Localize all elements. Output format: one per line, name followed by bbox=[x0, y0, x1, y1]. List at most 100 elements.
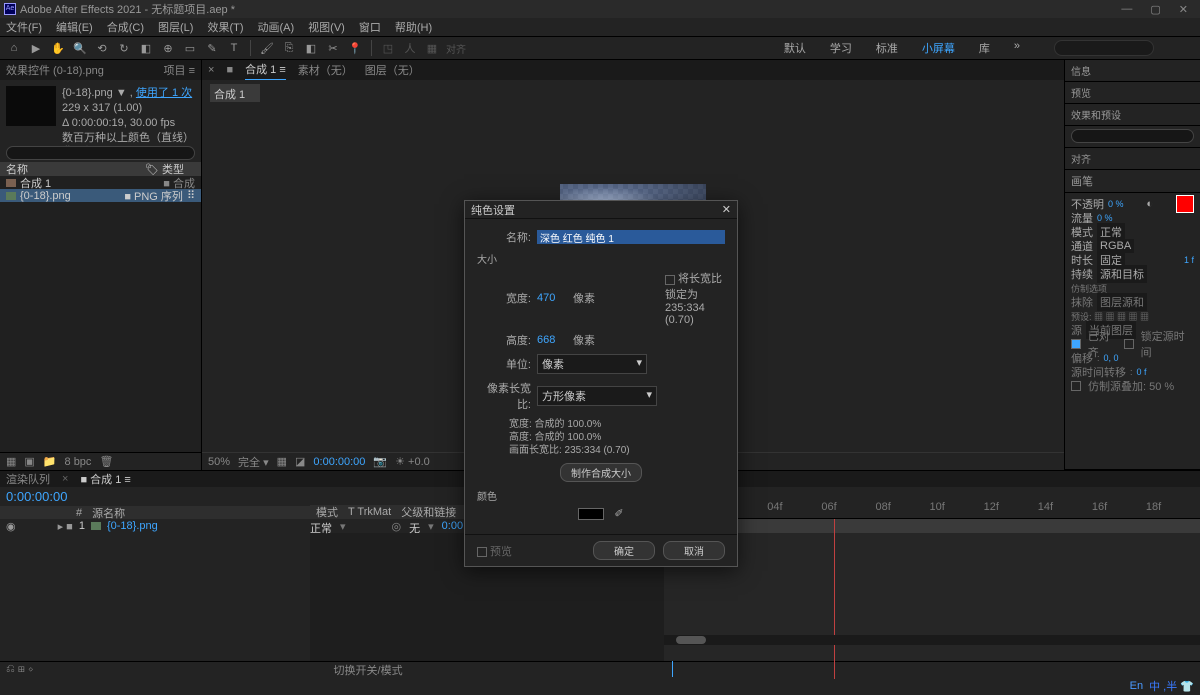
preview-check[interactable] bbox=[477, 547, 487, 557]
toggle-switches-label[interactable]: 切换开关/模式 bbox=[334, 662, 403, 678]
work-area[interactable] bbox=[700, 519, 1200, 533]
snap-icon[interactable]: ◳ bbox=[380, 40, 396, 56]
menu-file[interactable]: 文件(F) bbox=[6, 19, 42, 35]
lock-aspect-check[interactable] bbox=[665, 275, 675, 285]
fg-color-swatch[interactable] bbox=[1176, 195, 1194, 213]
text-tool-icon[interactable]: T bbox=[226, 40, 242, 56]
panel-lock-icon[interactable]: × bbox=[208, 64, 214, 76]
height-value[interactable]: 668 bbox=[537, 334, 567, 346]
anchor-tool-icon[interactable]: ⊕ bbox=[160, 40, 176, 56]
name-input[interactable] bbox=[537, 230, 725, 244]
src-time-value[interactable]: 0 f bbox=[1137, 367, 1147, 377]
project-item-png[interactable]: {0-18}.png ■ PNG 序列 ⠿ bbox=[0, 189, 201, 202]
interpret-icon[interactable]: ▦ bbox=[6, 455, 16, 468]
timecode[interactable]: 0:00:00:00 bbox=[0, 487, 310, 506]
timeline-comp-tab[interactable]: ■ 合成 1 ≡ bbox=[80, 471, 130, 487]
zoom-tool-icon[interactable]: 🔍 bbox=[72, 40, 88, 56]
rotation-tool-icon[interactable]: ↻ bbox=[116, 40, 132, 56]
menu-view[interactable]: 视图(V) bbox=[308, 19, 345, 35]
menu-effect[interactable]: 效果(T) bbox=[207, 19, 243, 35]
preview-panel-header[interactable]: 预览 bbox=[1065, 82, 1200, 104]
ws-learn[interactable]: 学习 bbox=[830, 40, 852, 56]
h-scrollbar[interactable] bbox=[664, 635, 1200, 645]
effect-controls-tab[interactable]: 效果控件 (0-18).png bbox=[6, 62, 104, 78]
maximize-button[interactable]: ▢ bbox=[1150, 3, 1160, 16]
render-queue-tab[interactable]: 渲染队列 bbox=[6, 471, 50, 487]
time-ruler[interactable]: 02f04f06f08f10f12f14f16f18f bbox=[664, 487, 1200, 518]
ws-more-icon[interactable]: » bbox=[1014, 40, 1020, 56]
clone-tool-icon[interactable]: ⎘ bbox=[281, 40, 297, 56]
flow-value[interactable]: 0 % bbox=[1097, 213, 1113, 223]
mask-toggle-icon[interactable]: ◪ bbox=[295, 455, 305, 468]
grid-toggle-icon[interactable]: ▦ bbox=[277, 455, 287, 468]
ws-standard[interactable]: 标准 bbox=[876, 40, 898, 56]
comp-selector[interactable]: 合成 1 bbox=[210, 84, 260, 102]
snapshot-icon[interactable]: 📷 bbox=[373, 455, 387, 468]
menu-animation[interactable]: 动画(A) bbox=[258, 19, 295, 35]
scroll-thumb[interactable] bbox=[676, 636, 706, 644]
ws-default[interactable]: 默认 bbox=[784, 40, 806, 56]
menu-help[interactable]: 帮助(H) bbox=[395, 19, 432, 35]
project-search-input[interactable] bbox=[6, 146, 195, 160]
zoom-select[interactable]: 50% bbox=[208, 456, 230, 468]
layer-parent[interactable]: 无 bbox=[409, 520, 420, 536]
info-panel-header[interactable]: 信息 bbox=[1065, 60, 1200, 82]
hold-select[interactable]: 源和目标 bbox=[1097, 265, 1147, 283]
selection-tool-icon[interactable]: ▶ bbox=[28, 40, 44, 56]
minimize-button[interactable]: — bbox=[1121, 3, 1132, 16]
layer-tab[interactable]: 图层（无） bbox=[365, 62, 420, 78]
cancel-button[interactable]: 取消 bbox=[663, 541, 725, 560]
units-select[interactable]: 像素▾ bbox=[537, 354, 647, 374]
mocha-icon[interactable]: 人 bbox=[402, 40, 418, 56]
panel-grip-icon[interactable]: ■ bbox=[226, 64, 233, 76]
menu-layer[interactable]: 图层(L) bbox=[158, 19, 193, 35]
effects-panel-header[interactable]: 效果和预设 bbox=[1065, 104, 1200, 126]
current-time[interactable]: 0:00:00:00 bbox=[313, 456, 365, 468]
shape-tool-icon[interactable]: ▭ bbox=[182, 40, 198, 56]
lock-src-check[interactable]: 锁定源时间 bbox=[1141, 328, 1194, 360]
menu-window[interactable]: 窗口 bbox=[359, 19, 381, 35]
dialog-close-icon[interactable]: ✕ bbox=[722, 203, 731, 216]
trash-icon[interactable]: 🗑 bbox=[99, 455, 113, 468]
color-swatch[interactable] bbox=[578, 508, 604, 520]
ime-mode[interactable]: 中 ,半 👕 bbox=[1149, 678, 1194, 694]
effects-search-input[interactable] bbox=[1071, 129, 1194, 143]
help-search[interactable] bbox=[1054, 40, 1154, 56]
toggle-switches-icon[interactable]: ⎌ ⊞ ⋄ bbox=[6, 663, 34, 676]
ok-button[interactable]: 确定 bbox=[593, 541, 655, 560]
ws-library[interactable]: 库 bbox=[979, 40, 990, 56]
eyedropper-icon[interactable]: ✐ bbox=[614, 507, 623, 520]
ime-indicator[interactable]: En bbox=[1130, 680, 1143, 692]
exposure-icon[interactable]: ☀ +0.0 bbox=[395, 455, 430, 468]
panel-menu-icon[interactable]: 项目 ≡ bbox=[164, 62, 195, 78]
footage-tab[interactable]: 素材（无） bbox=[298, 62, 353, 78]
grid-icon[interactable]: ▦ bbox=[424, 40, 440, 56]
hand-tool-icon[interactable]: ✋ bbox=[50, 40, 66, 56]
erase-select[interactable]: 图层源和 bbox=[1097, 293, 1147, 311]
make-comp-size-button[interactable]: 制作合成大小 bbox=[560, 463, 642, 482]
roto-tool-icon[interactable]: ✂ bbox=[325, 40, 341, 56]
eraser-tool-icon[interactable]: ◧ bbox=[303, 40, 319, 56]
close-button[interactable]: ✕ bbox=[1179, 3, 1188, 16]
pen-tool-icon[interactable]: ✎ bbox=[204, 40, 220, 56]
usage-link[interactable]: 使用了 1 次 bbox=[136, 87, 192, 99]
menu-composition[interactable]: 合成(C) bbox=[107, 19, 144, 35]
layer-mode[interactable]: 正常 bbox=[310, 520, 332, 536]
reveal-icon[interactable]: ⠿ bbox=[187, 189, 195, 202]
align-panel-header[interactable]: 对齐 bbox=[1065, 148, 1200, 170]
width-value[interactable]: 470 bbox=[537, 292, 567, 304]
puppet-tool-icon[interactable]: 📍 bbox=[347, 40, 363, 56]
new-comp-icon[interactable]: ▣ bbox=[24, 455, 34, 468]
bpc-button[interactable]: 8 bpc bbox=[65, 456, 92, 468]
comp-tab-active[interactable]: 合成 1 ≡ bbox=[245, 61, 286, 80]
menu-edit[interactable]: 编辑(E) bbox=[56, 19, 93, 35]
paint-panel-header[interactable]: 画笔 bbox=[1065, 170, 1200, 193]
layer-row[interactable]: ◉ ▸ ■ 1 {0-18}.png bbox=[0, 519, 310, 533]
ws-small[interactable]: 小屏幕 bbox=[922, 40, 955, 56]
offset-value[interactable]: 0, 0 bbox=[1104, 353, 1119, 363]
camera-tool-icon[interactable]: ◧ bbox=[138, 40, 154, 56]
orbit-tool-icon[interactable]: ⟲ bbox=[94, 40, 110, 56]
home-icon[interactable]: ⌂ bbox=[6, 40, 22, 56]
res-select[interactable]: 完全 ▾ bbox=[238, 454, 269, 470]
brush-tool-icon[interactable]: 🖌 bbox=[259, 40, 275, 56]
